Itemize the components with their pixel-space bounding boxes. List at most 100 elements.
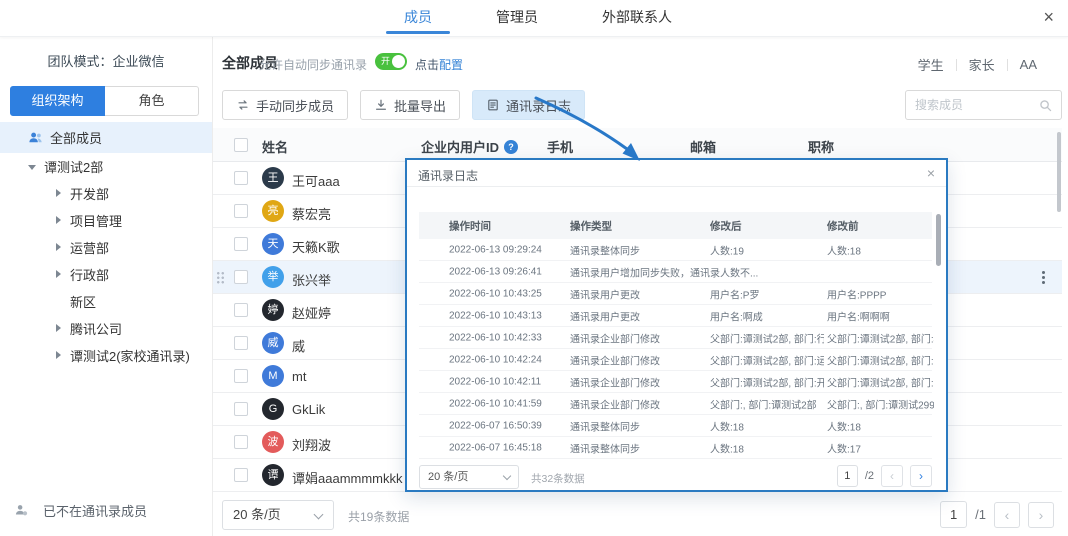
row-checkbox[interactable]	[234, 336, 248, 350]
click-configure-link[interactable]: 点击配置	[415, 56, 463, 73]
log-column-header: 修改前	[827, 218, 934, 233]
sidebar-item-operations-dept[interactable]: 运营部	[0, 234, 212, 261]
log-before: 人数:17	[827, 440, 934, 455]
avatar: 亮	[262, 200, 284, 222]
close-icon[interactable]: ×	[1043, 7, 1054, 27]
row-checkbox[interactable]	[234, 402, 248, 416]
log-column-header: 操作类型	[570, 218, 612, 233]
modal-page-number-input[interactable]	[837, 465, 858, 487]
modal-next-page-button[interactable]: ›	[910, 465, 932, 487]
log-type: 通讯录整体同步	[570, 242, 640, 257]
log-before: 用户名:PPPP	[827, 286, 934, 301]
tab-external-contacts[interactable]: 外部联系人	[596, 0, 678, 37]
not-in-contacts-entry[interactable]: 已不在通讯录成员	[14, 501, 147, 520]
header-link-2[interactable]: AA	[1020, 57, 1037, 72]
tab-members[interactable]: 成员	[398, 0, 438, 37]
configure-label: 配置	[439, 58, 463, 72]
chevron-right-icon	[54, 351, 63, 360]
log-after: 父部门:谭测试2部, 部门:运营部	[710, 352, 824, 367]
log-type: 通讯录整体同步	[570, 418, 640, 433]
manual-sync-button[interactable]: 手动同步成员	[222, 90, 348, 120]
member-name: mt	[292, 369, 306, 384]
select-all-checkbox[interactable]	[234, 138, 248, 152]
log-time: 2022-06-07 16:50:39	[449, 420, 542, 431]
log-time: 2022-06-10 10:43:25	[449, 288, 542, 299]
sidebar-item-admin-dept[interactable]: 行政部	[0, 261, 212, 288]
log-time: 2022-06-10 10:42:33	[449, 332, 542, 343]
prev-page-button[interactable]: ‹	[994, 502, 1020, 528]
sidebar-item-label: 新区	[70, 292, 96, 311]
chevron-right-icon	[54, 189, 63, 198]
org-structure-button[interactable]: 组织架构	[10, 86, 105, 116]
sidebar-item-tan-test-2-dept[interactable]: 谭测试2部	[0, 153, 212, 180]
divider	[1007, 59, 1008, 71]
sidebar-item-all-members[interactable]: 全部成员	[0, 122, 212, 153]
batch-export-label: 批量导出	[394, 96, 446, 115]
log-before: 父部门:谭测试2部, 部门:部门三...	[827, 352, 934, 367]
modal-prev-page-button[interactable]: ‹	[881, 465, 903, 487]
table-scrollbar[interactable]	[1057, 132, 1061, 212]
modal-total-count-label: 共32条数据	[531, 471, 585, 486]
person-icon	[14, 503, 29, 518]
screen: 成员管理员外部联系人 × 团队模式：企业微信 组织架构 角色 全部成员谭测试2部…	[0, 0, 1068, 536]
log-column-header: 修改后	[710, 218, 824, 233]
search-input[interactable]	[915, 92, 1035, 118]
modal-title: 通讯录日志	[418, 167, 478, 184]
row-checkbox[interactable]	[234, 435, 248, 449]
contact-log-modal: 通讯录日志 × 操作时间 操作类型 修改后修改前 2022-06-13 09:29:…	[405, 158, 948, 492]
contact-log-label: 通讯录日志	[506, 96, 571, 115]
toggle-on-label: 开	[381, 55, 390, 68]
batch-export-button[interactable]: 批量导出	[360, 90, 460, 120]
log-row: 2022-06-07 16:50:39通讯录整体同步人数:18人数:18	[419, 415, 932, 437]
click-label: 点击	[415, 58, 439, 72]
row-checkbox[interactable]	[234, 468, 248, 482]
log-time: 2022-06-10 10:42:11	[449, 376, 541, 387]
pagination: /1 ‹ ›	[940, 501, 1054, 528]
column-header-job-title: 职称	[808, 137, 834, 156]
log-icon	[486, 98, 500, 112]
drag-handle-icon[interactable]	[216, 271, 225, 285]
sidebar-item-tan-test-2-school[interactable]: 谭测试2(家校通讯录)	[0, 342, 212, 369]
modal-close-icon[interactable]: ×	[927, 165, 935, 181]
header-link-0[interactable]: 学生	[918, 55, 944, 74]
member-name: 天籁K歌	[292, 237, 340, 256]
sidebar-item-project-mgmt[interactable]: 项目管理	[0, 207, 212, 234]
row-checkbox[interactable]	[234, 237, 248, 251]
chevron-down-icon	[503, 472, 511, 480]
row-checkbox[interactable]	[234, 369, 248, 383]
next-page-button[interactable]: ›	[1028, 502, 1054, 528]
row-checkbox[interactable]	[234, 204, 248, 218]
log-row: 2022-06-13 09:29:24通讯录整体同步人数:19人数:18	[419, 239, 932, 261]
sidebar-item-label: 行政部	[70, 265, 109, 284]
log-type: 通讯录企业部门修改	[570, 396, 660, 411]
row-checkbox[interactable]	[234, 171, 248, 185]
modal-scrollbar[interactable]	[936, 214, 941, 266]
search-icon[interactable]	[1038, 98, 1053, 118]
page-size-select[interactable]: 20 条/页	[222, 500, 334, 530]
contact-log-button[interactable]: 通讯录日志	[472, 90, 585, 120]
sidebar-item-new-district[interactable]: 新区	[0, 288, 212, 315]
role-button[interactable]: 角色	[105, 86, 199, 116]
chevron-right-icon	[54, 243, 63, 252]
log-table-header: 操作时间 操作类型 修改后修改前	[419, 212, 932, 239]
sidebar-item-tencent[interactable]: 腾讯公司	[0, 315, 212, 342]
modal-page-size-select[interactable]: 20 条/页	[419, 465, 519, 489]
toolbar: 手动同步成员 批量导出 通讯录日志	[222, 90, 585, 120]
log-type: 通讯录用户更改	[570, 286, 640, 301]
log-row: 2022-06-10 10:42:24通讯录企业部门修改父部门:谭测试2部, 部…	[419, 349, 932, 371]
row-checkbox[interactable]	[234, 270, 248, 284]
avatar: 天	[262, 233, 284, 255]
log-column-header: 操作时间	[449, 218, 491, 233]
chevron-down-icon	[314, 510, 324, 520]
row-checkbox[interactable]	[234, 303, 248, 317]
sidebar-item-dev-dept[interactable]: 开发部	[0, 180, 212, 207]
avatar: M	[262, 365, 284, 387]
auto-sync-toggle[interactable]: 开	[375, 53, 407, 70]
help-icon[interactable]: ?	[504, 140, 518, 154]
more-actions-icon[interactable]	[1042, 276, 1045, 279]
log-before: 父部门:谭测试2部, 部门:24444AA	[827, 374, 934, 389]
header-link-1[interactable]: 家长	[969, 55, 995, 74]
tab-admins[interactable]: 管理员	[490, 0, 544, 37]
member-name: 刘翔波	[292, 435, 331, 454]
page-number-input[interactable]	[940, 501, 967, 528]
